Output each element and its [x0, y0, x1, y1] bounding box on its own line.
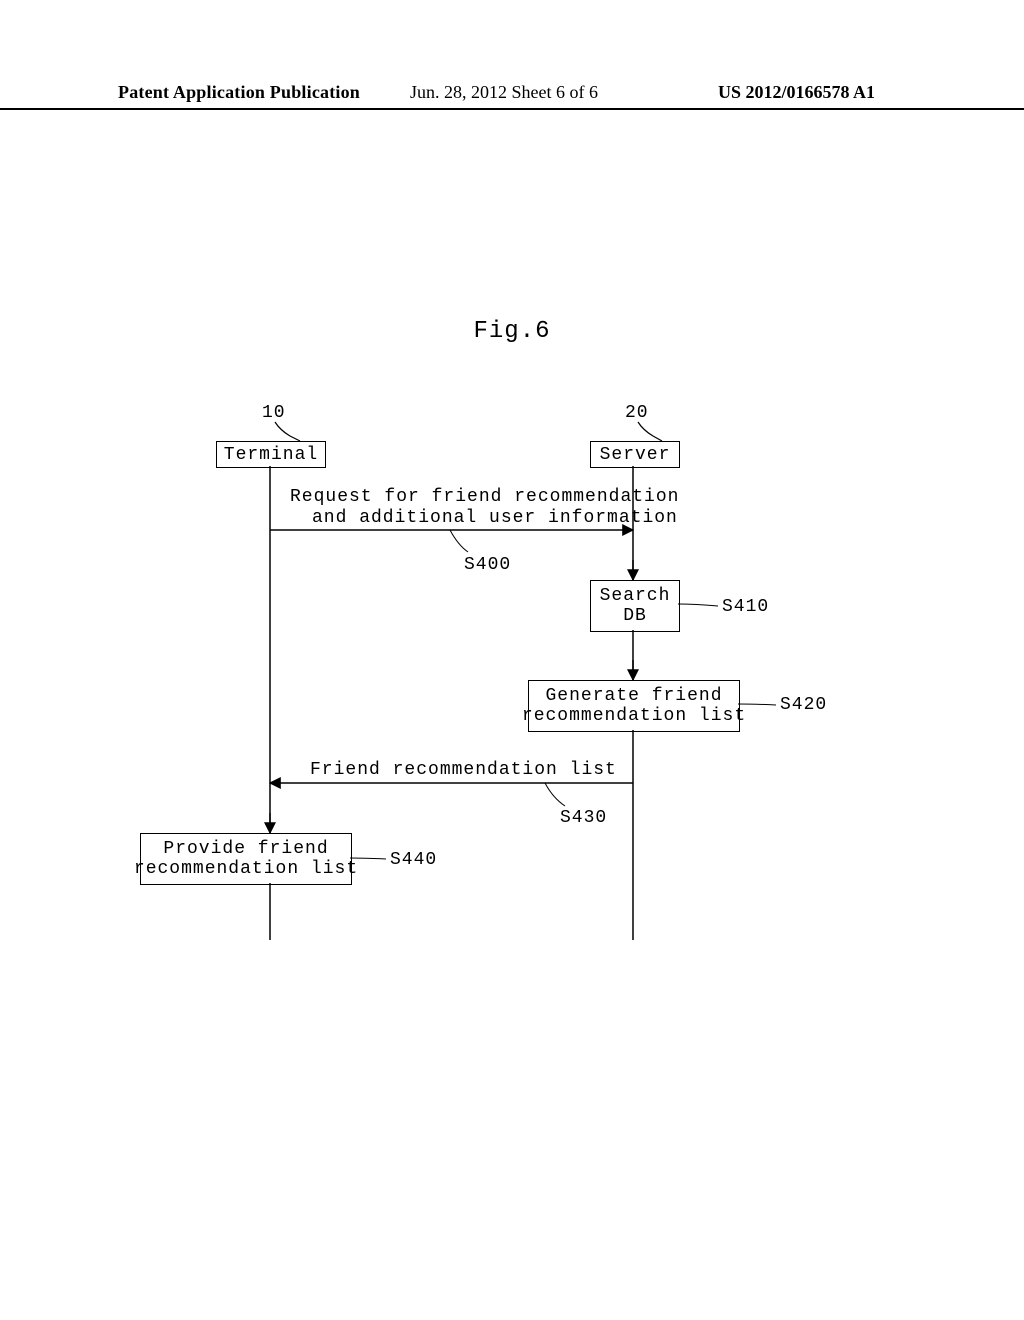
server-box: Server: [590, 441, 680, 468]
ref-s430: S430: [560, 808, 607, 828]
figure-title: Fig.6: [0, 318, 1024, 345]
terminal-ref: 10: [262, 403, 286, 423]
header-center: Jun. 28, 2012 Sheet 6 of 6: [410, 82, 598, 103]
msg-s400-line2: and additional user information: [312, 508, 678, 528]
msg-s430: Friend recommendation list: [310, 760, 617, 780]
page: Patent Application Publication Jun. 28, …: [0, 0, 1024, 1320]
ref-s440: S440: [390, 850, 437, 870]
msg-s400-line1: Request for friend recommendation: [290, 487, 679, 507]
step-s410-box: Search DB: [590, 580, 680, 632]
diagram-overlay: [0, 0, 1024, 1320]
server-ref: 20: [625, 403, 649, 423]
terminal-box: Terminal: [216, 441, 326, 468]
ref-s410: S410: [722, 597, 769, 617]
page-header: Patent Application Publication Jun. 28, …: [0, 82, 1024, 110]
header-right: US 2012/0166578 A1: [718, 82, 875, 103]
ref-s420: S420: [780, 695, 827, 715]
header-left: Patent Application Publication: [118, 82, 360, 103]
ref-s400: S400: [464, 555, 511, 575]
step-s440-box: Provide friend recommendation list: [140, 833, 352, 885]
step-s420-box: Generate friend recommendation list: [528, 680, 740, 732]
